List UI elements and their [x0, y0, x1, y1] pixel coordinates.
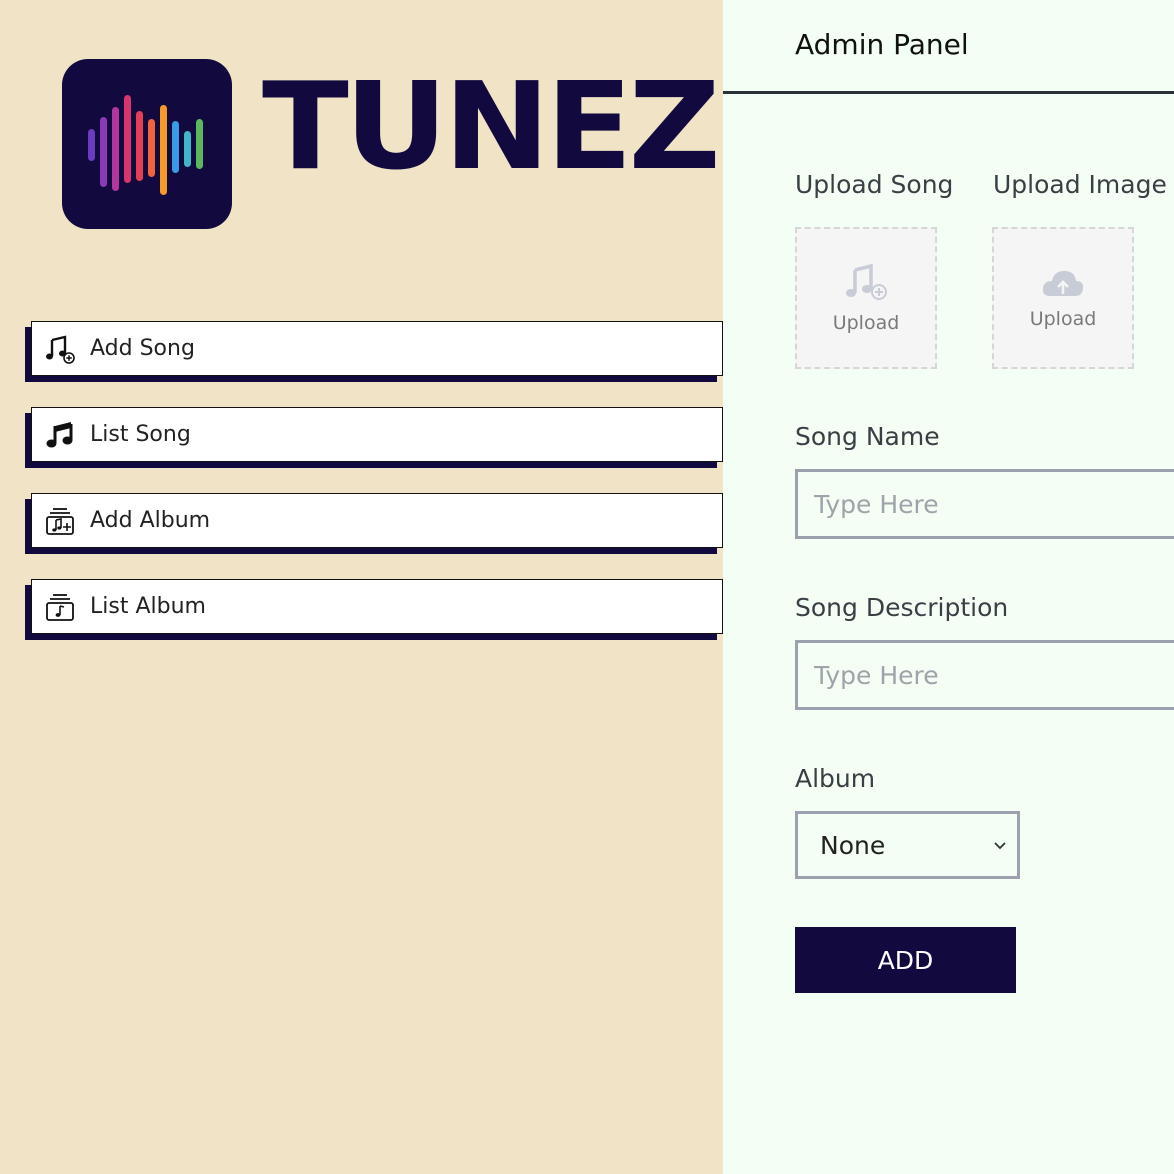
sidebar-item-label: List Song — [90, 422, 191, 447]
upload-image-label: Upload Image — [993, 170, 1167, 199]
brand-name: TUNEZ — [262, 58, 721, 197]
sidebar-item-add-album[interactable]: Add Album — [31, 493, 723, 548]
upload-song-button[interactable]: Upload — [795, 227, 937, 369]
music-add-icon — [843, 262, 889, 308]
album-label: Album — [795, 764, 876, 793]
upload-image-text: Upload — [1029, 308, 1097, 330]
album-selected-value: None — [820, 830, 886, 860]
sidebar: TUNEZ Add Song List Song Add Album List … — [0, 0, 723, 1174]
sidebar-item-label: Add Song — [90, 336, 195, 361]
sidebar-item-label: Add Album — [90, 508, 211, 533]
album-select[interactable]: None — [795, 811, 1020, 879]
upload-image-button[interactable]: Upload — [992, 227, 1134, 369]
page-title: Admin Panel — [795, 28, 969, 61]
sidebar-item-label: List Album — [90, 594, 206, 619]
add-button[interactable]: ADD — [795, 927, 1016, 993]
sidebar-item-list-song[interactable]: List Song — [31, 407, 723, 462]
sidebar-item-list-album[interactable]: List Album — [31, 579, 723, 634]
song-description-input[interactable] — [795, 640, 1174, 710]
music-note-add-icon — [44, 333, 76, 365]
song-name-input[interactable] — [795, 469, 1174, 539]
cloud-upload-icon — [1040, 266, 1086, 304]
album-list-icon — [44, 591, 76, 623]
song-name-label: Song Name — [795, 422, 940, 451]
main-panel: Admin Panel Upload Song Upload Image Upl… — [723, 0, 1174, 1174]
top-bar: Admin Panel — [723, 0, 1174, 94]
music-note-icon — [44, 419, 76, 451]
upload-song-text: Upload — [832, 312, 900, 334]
sidebar-item-add-song[interactable]: Add Song — [31, 321, 723, 376]
album-add-icon — [44, 505, 76, 537]
chevron-down-icon — [991, 836, 1009, 858]
brand-logo-icon — [62, 59, 232, 229]
song-description-label: Song Description — [795, 593, 1009, 622]
upload-song-label: Upload Song — [795, 170, 954, 199]
